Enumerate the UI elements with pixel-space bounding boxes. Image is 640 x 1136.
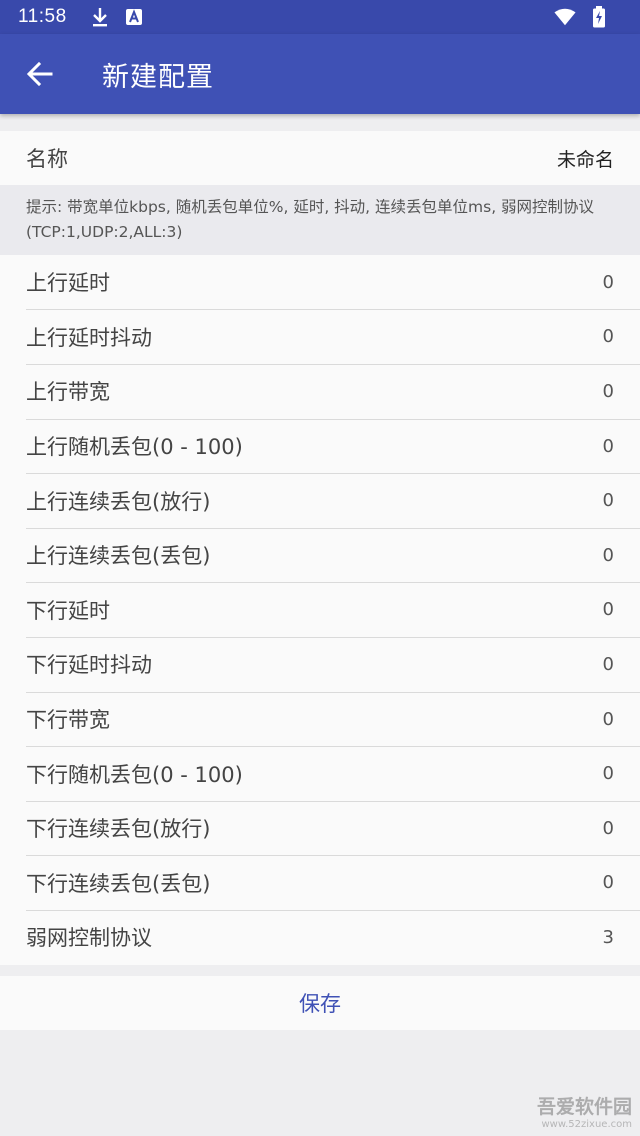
setting-row-downlink-jitter[interactable]: 下行延时抖动 0 [0,637,640,692]
save-button[interactable]: 保存 [269,978,371,1028]
back-button[interactable] [20,54,60,94]
setting-value: 0 [602,763,614,785]
setting-value: 0 [602,490,614,512]
setting-value: 0 [602,653,614,675]
status-bar: 11:58 [0,0,640,34]
setting-label: 下行延时 [26,598,110,623]
setting-row-downlink-burst-pass[interactable]: 下行连续丢包(放行) 0 [0,801,640,856]
arrow-left-icon [27,62,53,86]
setting-label: 上行连续丢包(丢包) [26,544,211,569]
watermark-logo: 吾爱软件园 www.52zixue.com [502,1052,632,1130]
setting-label: 下行延时抖动 [26,653,152,678]
setting-label: 上行延时 [26,271,110,296]
download-icon [89,6,111,28]
hint-text: 提示: 带宽单位kbps, 随机丢包单位%, 延时, 抖动, 连续丢包单位ms,… [0,185,640,255]
setting-label: 下行连续丢包(丢包) [26,871,211,896]
setting-row-uplink-bandwidth[interactable]: 上行带宽 0 [0,364,640,419]
setting-value: 0 [602,817,614,839]
setting-row-uplink-random-loss[interactable]: 上行随机丢包(0 - 100) 0 [0,419,640,474]
watermark-url: www.52zixue.com [541,1119,633,1130]
setting-value: 0 [602,326,614,348]
name-field-value[interactable]: 未命名 [557,145,614,172]
setting-label: 弱网控制协议 [26,926,152,951]
setting-label: 上行随机丢包(0 - 100) [26,435,243,460]
setting-label: 下行连续丢包(放行) [26,817,211,842]
setting-label: 上行带宽 [26,380,110,405]
setting-value: 0 [602,708,614,730]
setting-value: 0 [602,544,614,566]
page-title: 新建配置 [102,61,214,93]
setting-label: 下行带宽 [26,708,110,733]
setting-value: 0 [602,380,614,402]
app-bar: 新建配置 [0,34,640,114]
notification-a-icon [123,6,145,28]
setting-row-uplink-burst-drop[interactable]: 上行连续丢包(丢包) 0 [0,528,640,583]
battery-charging-icon [588,6,610,28]
wifi-icon [554,6,576,28]
setting-value: 0 [602,271,614,293]
setting-row-downlink-bandwidth[interactable]: 下行带宽 0 [0,692,640,747]
setting-row-downlink-burst-drop[interactable]: 下行连续丢包(丢包) 0 [0,856,640,911]
watermark-text: 吾爱软件园 [536,1096,632,1118]
setting-value: 0 [602,599,614,621]
setting-row-downlink-random-loss[interactable]: 下行随机丢包(0 - 100) 0 [0,746,640,801]
setting-row-protocol[interactable]: 弱网控制协议 3 [0,910,640,965]
setting-row-downlink-delay[interactable]: 下行延时 0 [0,583,640,638]
setting-value: 0 [602,872,614,894]
setting-label: 下行随机丢包(0 - 100) [26,762,243,787]
name-field-row[interactable]: 名称 未命名 [0,131,640,185]
setting-label: 上行连续丢包(放行) [26,489,211,514]
setting-value: 3 [602,926,614,948]
setting-label: 上行延时抖动 [26,325,152,350]
settings-list: 上行延时 0 上行延时抖动 0 上行带宽 0 上行随机丢包(0 - 100) 0… [0,255,640,965]
name-field-label: 名称 [26,147,68,171]
setting-row-uplink-burst-pass[interactable]: 上行连续丢包(放行) 0 [0,473,640,528]
setting-row-uplink-jitter[interactable]: 上行延时抖动 0 [0,310,640,365]
setting-row-uplink-delay[interactable]: 上行延时 0 [0,255,640,310]
status-time: 11:58 [18,6,67,27]
save-bar: 保存 [0,976,640,1030]
setting-value: 0 [602,435,614,457]
